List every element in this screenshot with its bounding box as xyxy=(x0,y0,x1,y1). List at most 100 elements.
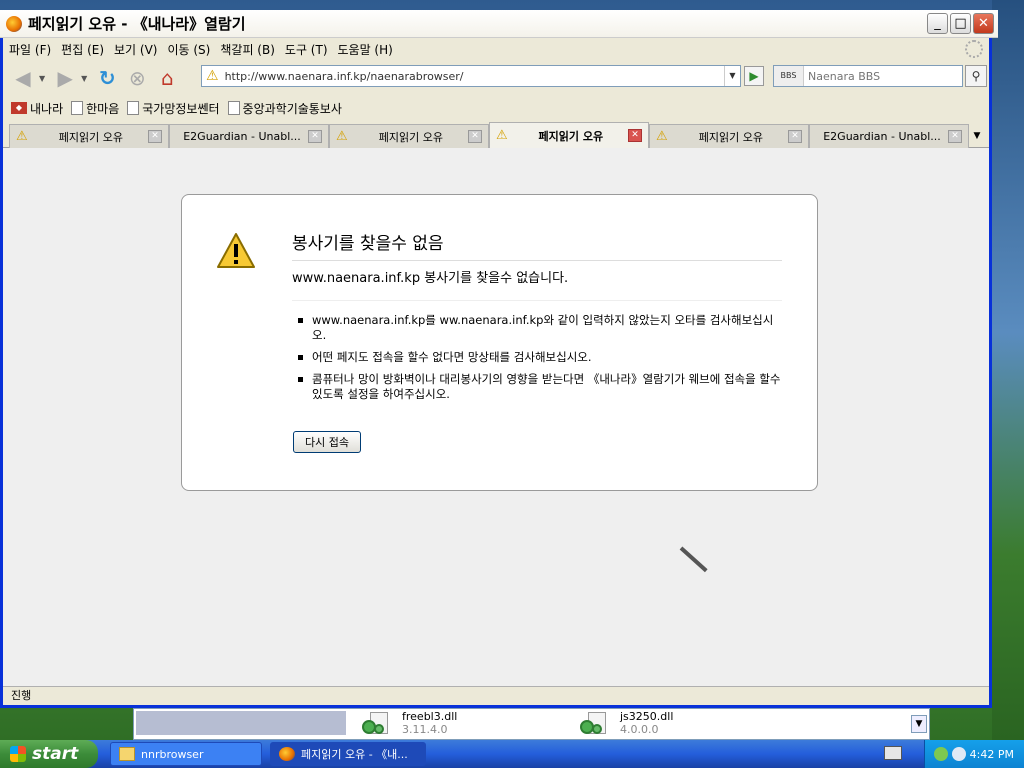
error-description: www.naenara.inf.kp 봉사기를 찾을수 없습니다. xyxy=(292,267,782,301)
tab[interactable]: E2Guardian - Unabl... ✕ xyxy=(169,124,329,148)
tab-close-icon[interactable]: ✕ xyxy=(788,130,802,143)
bookmark-item[interactable]: ◆ 내나라 xyxy=(11,100,63,117)
retry-button[interactable]: 다시 접속 xyxy=(293,431,361,453)
dll-file-icon xyxy=(360,710,392,738)
bookmark-label: 내나라 xyxy=(30,101,64,116)
clock: 4:42 PM xyxy=(969,747,1014,761)
bookmarks-toolbar: ◆ 내나라 한마음 국가망정보쎈터 중앙과학기술통보사 xyxy=(3,97,989,119)
forward-arrow-icon[interactable]: ▶ xyxy=(51,64,79,92)
file-item[interactable]: js3250.dll 4.0.0.0 xyxy=(578,710,673,740)
maximize-button[interactable]: □ xyxy=(950,13,971,34)
window-title: 페지읽기 오유 - 《내나라》열람기 xyxy=(28,15,246,33)
tab-close-icon[interactable]: ✕ xyxy=(308,130,322,143)
throbber-icon xyxy=(965,40,983,58)
page-content: 봉사기를 찾을수 없음 www.naenara.inf.kp 봉사기를 찾을수 … xyxy=(3,148,989,686)
search-icon[interactable]: ⚲ xyxy=(965,65,987,87)
file-name: js3250.dll xyxy=(620,710,674,723)
list-item: 콤퓨터나 망이 방화벽이나 대리봉사기의 영향을 받는다면 《내나라》열람기가 … xyxy=(298,372,781,401)
network-icon[interactable] xyxy=(933,747,948,761)
tab-close-icon[interactable]: ✕ xyxy=(468,130,482,143)
tab[interactable]: ⚠ 페지읽기 오유 ✕ xyxy=(9,124,169,148)
tab[interactable]: E2Guardian - Unabl... ✕ xyxy=(809,124,969,148)
warning-icon xyxy=(217,233,255,268)
volume-icon[interactable] xyxy=(951,747,966,761)
error-panel: 봉사기를 찾을수 없음 www.naenara.inf.kp 봉사기를 찾을수 … xyxy=(181,194,818,491)
home-icon[interactable]: ⌂ xyxy=(153,64,181,92)
back-history-dropdown[interactable]: ▼ xyxy=(39,74,45,83)
file-item[interactable]: freebl3.dll 3.11.4.0 xyxy=(360,710,457,740)
menu-bar: 파일 (F) 편집 (E) 보기 (V) 이동 (S) 책갈피 (B) 도구 (… xyxy=(3,38,989,60)
address-bar[interactable]: ⚠ http://www.naenara.inf.kp/naenarabrows… xyxy=(201,65,741,87)
menu-view[interactable]: 보기 (V) xyxy=(114,41,157,58)
forward-history-dropdown[interactable]: ▼ xyxy=(81,74,87,83)
tab-close-icon[interactable]: ✕ xyxy=(148,130,162,143)
file-name: freebl3.dll xyxy=(402,710,458,723)
status-bar: 진행 xyxy=(3,686,989,705)
mouse-cursor-icon xyxy=(679,546,708,573)
reload-icon[interactable]: ↻ xyxy=(93,64,121,92)
taskbar-button-label: nnrbrowser xyxy=(141,747,204,761)
menu-edit[interactable]: 편집 (E) xyxy=(61,41,104,58)
menu-tools[interactable]: 도구 (T) xyxy=(285,41,328,58)
taskbar-button-label: 페지읽기 오유 - 《내... xyxy=(301,748,408,761)
tab-label: E2Guardian - Unabl... xyxy=(183,130,301,143)
menu-file[interactable]: 파일 (F) xyxy=(9,41,51,58)
tab-active[interactable]: ⚠ 페지읽기 오유 ✕ xyxy=(489,122,649,148)
tab-label: 페지읽기 오유 xyxy=(58,130,123,144)
keyboard-icon[interactable] xyxy=(884,746,902,760)
explorer-selection xyxy=(136,711,346,735)
warning-icon: ⚠ xyxy=(206,68,219,84)
tab-close-icon[interactable]: ✕ xyxy=(628,129,642,142)
minimize-button[interactable]: _ xyxy=(927,13,948,34)
warning-icon: ⚠ xyxy=(656,129,668,144)
url-text[interactable]: http://www.naenara.inf.kp/naenarabrowser… xyxy=(225,70,724,83)
error-title: 봉사기를 찾을수 없음 xyxy=(292,229,782,261)
taskbar: start nnrbrowser 페지읽기 오유 - 《내... 4:42 PM xyxy=(0,740,1024,768)
back-arrow-icon[interactable]: ◀ xyxy=(9,64,37,92)
browser-logo-icon xyxy=(279,747,295,761)
go-button[interactable]: ▶ xyxy=(744,66,764,86)
warning-icon: ⚠ xyxy=(496,128,508,143)
warning-icon: ⚠ xyxy=(16,129,28,144)
search-bar[interactable]: BBS xyxy=(773,65,963,87)
error-suggestions: www.naenara.inf.kp를 ww.naenara.inf.kp와 같… xyxy=(298,313,782,409)
list-item: 어떤 페지도 접속을 할수 없다면 망상태를 검사해보십시오. xyxy=(298,350,782,365)
tab[interactable]: ⚠ 페지읽기 오유 ✕ xyxy=(329,124,489,148)
title-bar[interactable]: 페지읽기 오유 - 《내나라》열람기 _ □ ✕ xyxy=(0,10,998,38)
navigation-toolbar: ◀ ▼ ▶ ▼ ↻ ⊗ ⌂ ⚠ http://www.naenara.inf.k… xyxy=(3,62,989,94)
page-icon xyxy=(127,101,140,115)
menu-help[interactable]: 도움말 (H) xyxy=(338,41,393,58)
bookmark-item[interactable]: 한마음 xyxy=(71,100,119,117)
menu-bookmarks[interactable]: 책갈피 (B) xyxy=(220,41,275,58)
tab-label: E2Guardian - Unabl... xyxy=(823,130,941,143)
taskbar-button-browser[interactable]: 페지읽기 오유 - 《내... xyxy=(270,742,426,766)
bookmark-item[interactable]: 국가망정보쎈터 xyxy=(127,100,220,117)
list-all-tabs-button[interactable]: ▼ xyxy=(969,124,985,148)
tab-label: 페지읽기 오유 xyxy=(378,130,443,144)
file-version: 4.0.0.0 xyxy=(620,723,659,736)
menu-go[interactable]: 이동 (S) xyxy=(167,41,210,58)
taskbar-button-folder[interactable]: nnrbrowser xyxy=(110,742,262,766)
tab-label: 페지읽기 오유 xyxy=(538,129,604,143)
file-version: 3.11.4.0 xyxy=(402,723,448,736)
close-button[interactable]: ✕ xyxy=(973,13,994,34)
list-item: www.naenara.inf.kp를 ww.naenara.inf.kp와 같… xyxy=(298,313,782,343)
tab-close-icon[interactable]: ✕ xyxy=(948,130,962,143)
tab[interactable]: ⚠ 페지읽기 오유 ✕ xyxy=(649,124,809,148)
dll-file-icon xyxy=(578,710,610,738)
search-engine-selector[interactable]: BBS xyxy=(774,66,804,86)
search-input[interactable] xyxy=(804,69,962,83)
stop-icon[interactable]: ⊗ xyxy=(123,64,151,92)
bookmark-label: 중앙과학기술통보사 xyxy=(242,101,342,116)
browser-window: 페지읽기 오유 - 《내나라》열람기 _ □ ✕ 파일 (F) 편집 (E) 보… xyxy=(0,10,998,708)
url-dropdown-button[interactable]: ▼ xyxy=(724,66,740,86)
start-button[interactable]: start xyxy=(0,740,98,768)
bookmark-item[interactable]: 중앙과학기술통보사 xyxy=(227,100,342,117)
explorer-scroll-down-button[interactable]: ▼ xyxy=(911,715,927,733)
browser-logo-icon xyxy=(6,15,22,32)
start-label: start xyxy=(32,744,79,764)
folder-icon xyxy=(119,747,135,761)
tab-label: 페지읽기 오유 xyxy=(698,130,763,144)
tab-strip: ⚠ 페지읽기 오유 ✕ E2Guardian - Unabl... ✕ ⚠ 페지… xyxy=(3,122,989,148)
system-tray: 4:42 PM xyxy=(924,740,1024,768)
